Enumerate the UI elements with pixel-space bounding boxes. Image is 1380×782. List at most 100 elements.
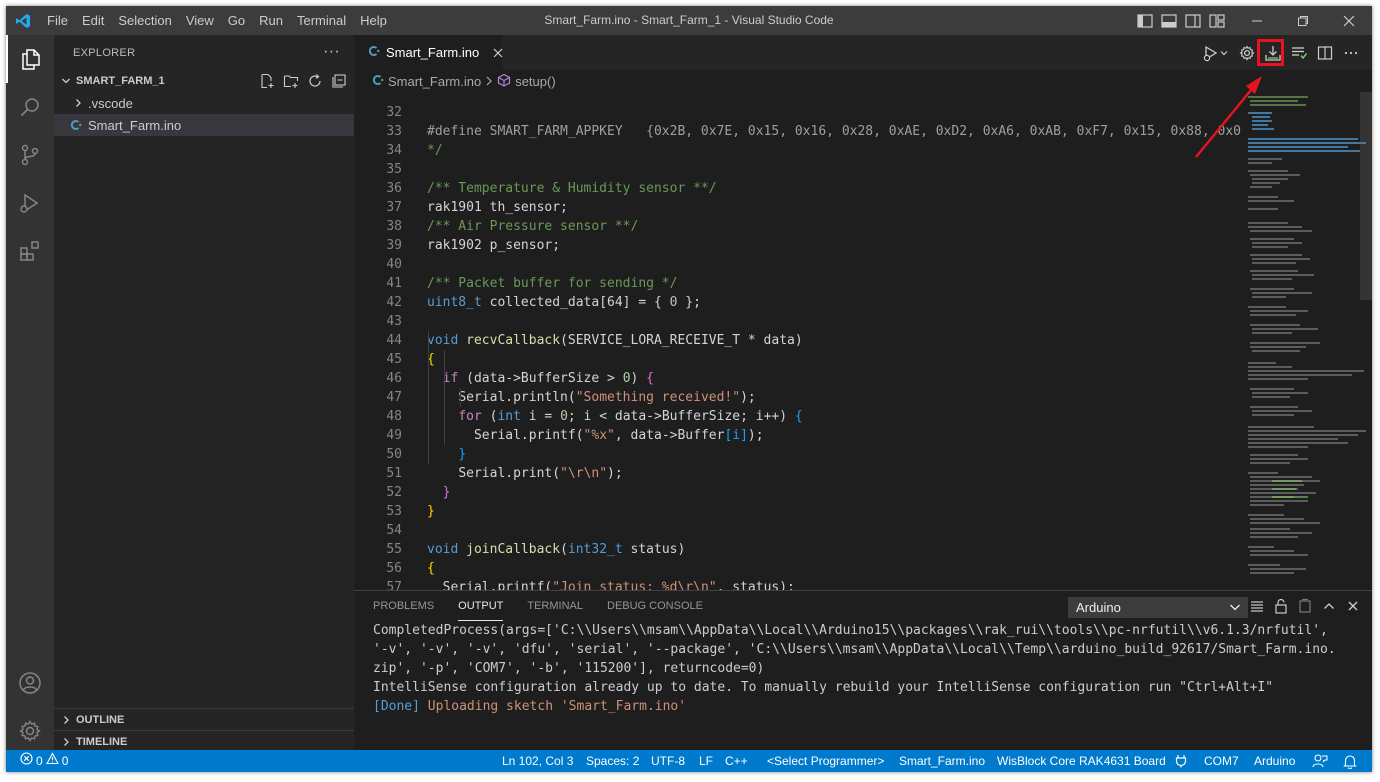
tab-output[interactable]: OUTPUT bbox=[458, 591, 504, 621]
breadcrumb-file[interactable]: Smart_Farm.ino bbox=[388, 74, 481, 89]
run-debug-icon[interactable] bbox=[6, 179, 54, 227]
editor-group: Smart_Farm.ino Smart_Farm.ino setup() 32… bbox=[354, 35, 1372, 590]
warning-count: 0 bbox=[61, 754, 69, 768]
folder-section-header[interactable]: SMART_FARM_1 bbox=[54, 70, 354, 92]
feedback-icon[interactable] bbox=[1312, 750, 1328, 772]
error-icon bbox=[20, 750, 33, 772]
explorer-icon[interactable] bbox=[6, 35, 54, 83]
output-line: IntelliSense configuration already up to… bbox=[373, 680, 1274, 695]
close-panel-icon[interactable] bbox=[1344, 595, 1362, 617]
code-line: 40 /** Packet buffer for sending */ bbox=[386, 257, 678, 291]
code-line: 49 } bbox=[386, 428, 467, 462]
code-line: 33 */ bbox=[386, 124, 443, 158]
code-line: 35 /** Temperature & Humidity sensor **/ bbox=[386, 162, 717, 196]
timeline-section-header[interactable]: TIMELINE bbox=[54, 730, 354, 752]
tab-problems[interactable]: PROBLEMS bbox=[373, 591, 434, 621]
breadcrumb: Smart_Farm.ino setup() bbox=[354, 70, 1372, 92]
window-controls bbox=[1234, 6, 1372, 35]
sidebar-title: EXPLORER bbox=[73, 46, 136, 59]
serial-port-select[interactable]: COM7 bbox=[1204, 750, 1239, 772]
encoding-status[interactable]: UTF-8 bbox=[651, 750, 685, 772]
code-editor[interactable]: 32 #define SMART_FARM_APPKEY {0x2B, 0x7E… bbox=[354, 92, 1242, 590]
code-line: 45 if (data->BufferSize > 0) { bbox=[386, 352, 654, 386]
maximize-panel-icon[interactable] bbox=[1320, 595, 1338, 617]
menu-view[interactable]: View bbox=[179, 6, 221, 35]
activity-bar bbox=[6, 35, 54, 750]
cpp-file-icon bbox=[368, 45, 380, 60]
menu-go[interactable]: Go bbox=[221, 6, 252, 35]
code-line: 34 bbox=[386, 143, 402, 158]
eol-status[interactable]: LF bbox=[699, 750, 713, 772]
done-tag: [Done] bbox=[373, 699, 420, 714]
menu-selection[interactable]: Selection bbox=[111, 6, 178, 35]
language-mode[interactable]: C++ bbox=[725, 750, 748, 772]
problems-status[interactable]: 0 0 bbox=[20, 750, 68, 772]
chevron-right-icon bbox=[485, 74, 493, 89]
serial-monitor-icon[interactable] bbox=[1288, 42, 1310, 64]
folder-name: SMART_FARM_1 bbox=[76, 75, 165, 87]
vertical-scrollbar-thumb[interactable] bbox=[1360, 92, 1372, 300]
cursor-position[interactable]: Ln 102, Col 3 bbox=[502, 750, 573, 772]
menu-help[interactable]: Help bbox=[353, 6, 394, 35]
outline-section-header[interactable]: OUTLINE bbox=[54, 708, 354, 730]
chevron-right-icon bbox=[56, 737, 76, 747]
menu-run[interactable]: Run bbox=[252, 6, 290, 35]
close-window-icon[interactable] bbox=[1326, 6, 1372, 35]
code-line: 55 { bbox=[386, 542, 435, 576]
clear-output-icon[interactable] bbox=[1248, 595, 1266, 617]
tree-item-vscode-folder[interactable]: .vscode bbox=[54, 92, 354, 114]
open-output-in-editor-icon[interactable] bbox=[1296, 595, 1314, 617]
minimize-icon[interactable] bbox=[1234, 6, 1280, 35]
arduino-verify-dropdown-icon[interactable] bbox=[1202, 42, 1232, 64]
output-channel-select[interactable]: Arduino bbox=[1068, 597, 1248, 618]
code-line: 42 bbox=[386, 295, 402, 310]
tab-terminal[interactable]: TERMINAL bbox=[527, 591, 583, 621]
search-icon[interactable] bbox=[6, 83, 54, 131]
refresh-icon[interactable] bbox=[306, 72, 324, 90]
tree-item-smart-farm-ino[interactable]: Smart_Farm.ino bbox=[54, 114, 354, 136]
menu-edit[interactable]: Edit bbox=[75, 6, 111, 35]
code-line: 43 void recvCallback(SERVICE_LORA_RECEIV… bbox=[386, 314, 803, 348]
status-bar: 0 0 Ln 102, Col 3 Spaces: 2 UTF-8 LF C++… bbox=[6, 750, 1372, 772]
menu-file[interactable]: File bbox=[40, 6, 75, 35]
toggle-secondary-sidebar-icon[interactable] bbox=[1184, 12, 1202, 30]
source-control-icon[interactable] bbox=[6, 131, 54, 179]
board-select[interactable]: WisBlock Core RAK4631 Board bbox=[997, 750, 1166, 772]
arduino-settings-gear-icon[interactable] bbox=[1236, 42, 1258, 64]
layout-controls bbox=[1136, 6, 1226, 35]
output-content[interactable]: CompletedProcess(args=['C:\\Users\\msam\… bbox=[373, 621, 1336, 716]
new-folder-icon[interactable] bbox=[282, 72, 300, 90]
programmer-select[interactable]: <Select Programmer> bbox=[767, 750, 884, 772]
extensions-icon[interactable] bbox=[6, 227, 54, 275]
notifications-bell-icon[interactable] bbox=[1343, 750, 1357, 772]
restore-icon[interactable] bbox=[1280, 6, 1326, 35]
more-actions-icon[interactable] bbox=[1340, 42, 1362, 64]
minimap[interactable] bbox=[1242, 92, 1372, 590]
more-actions-icon[interactable]: ··· bbox=[323, 43, 340, 61]
account-icon[interactable] bbox=[6, 659, 54, 707]
output-line: zip', '-p', 'COM7', '-b', '115200'], ret… bbox=[373, 661, 765, 676]
new-file-icon[interactable] bbox=[258, 72, 276, 90]
breadcrumb-symbol[interactable]: setup() bbox=[515, 74, 555, 89]
indentation-status[interactable]: Spaces: 2 bbox=[586, 750, 639, 772]
code-line: 46 Serial.println("Something received!")… bbox=[386, 371, 756, 405]
chevron-right-icon bbox=[56, 715, 76, 725]
toggle-panel-icon[interactable] bbox=[1160, 12, 1178, 30]
tab-smart-farm-ino[interactable]: Smart_Farm.ino bbox=[354, 35, 503, 70]
split-editor-icon[interactable] bbox=[1314, 42, 1336, 64]
code-line: 39 bbox=[386, 238, 402, 253]
arduino-status[interactable]: Arduino bbox=[1254, 750, 1295, 772]
sketch-select[interactable]: Smart_Farm.ino bbox=[899, 750, 985, 772]
menu-terminal[interactable]: Terminal bbox=[290, 6, 353, 35]
customize-layout-icon[interactable] bbox=[1208, 12, 1226, 30]
plug-icon[interactable] bbox=[1175, 750, 1187, 772]
close-tab-icon[interactable] bbox=[493, 45, 503, 61]
chevron-down-icon bbox=[56, 76, 76, 86]
manage-gear-icon[interactable] bbox=[6, 707, 54, 755]
toggle-sidebar-icon[interactable] bbox=[1136, 12, 1154, 30]
indent-guide bbox=[428, 331, 429, 464]
tab-debug-console[interactable]: DEBUG CONSOLE bbox=[607, 591, 703, 621]
lock-scroll-icon[interactable] bbox=[1272, 595, 1290, 617]
code-line: 53 bbox=[386, 504, 402, 519]
collapse-all-icon[interactable] bbox=[330, 72, 348, 90]
